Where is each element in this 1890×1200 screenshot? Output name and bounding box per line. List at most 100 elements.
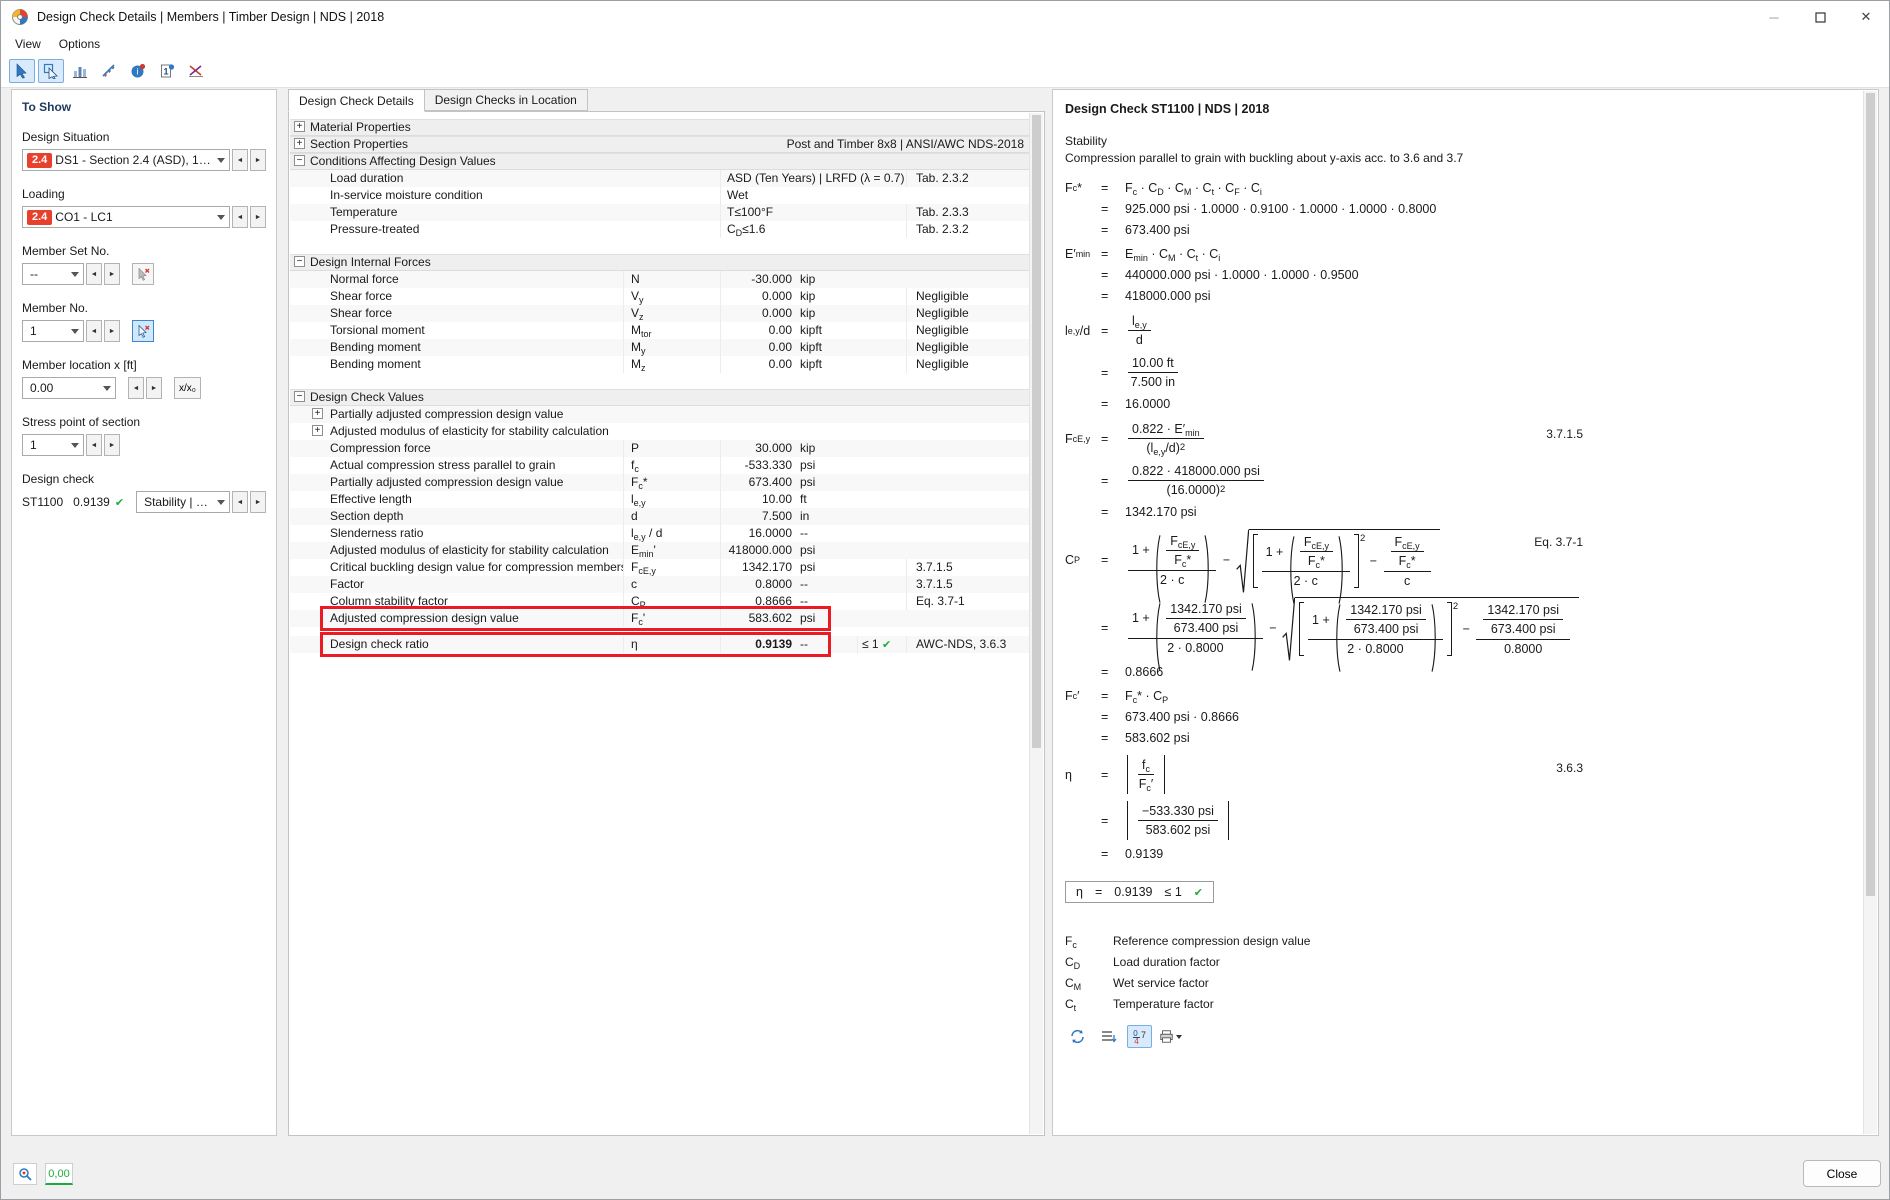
member-location-next-button[interactable]: ►: [146, 377, 162, 399]
row-label: Partially adjusted compression design va…: [330, 475, 563, 489]
minimize-button[interactable]: ─: [1751, 1, 1797, 33]
expand-toggle-icon[interactable]: −: [294, 256, 305, 267]
detail-list-icon[interactable]: [1096, 1025, 1121, 1048]
table-row: Partially adjusted compression design va…: [290, 474, 1030, 491]
design-check-next-button[interactable]: ►: [250, 491, 266, 513]
table-row: Factorc0.8000--3.7.1.5: [290, 576, 1030, 593]
scrollbar-thumb[interactable]: [1032, 115, 1041, 748]
row-value: 7.500: [720, 508, 795, 525]
formula-content: Design Check ST1100 | NDS | 2018 Stabili…: [1065, 98, 1547, 1048]
result-diagram-icon[interactable]: [67, 59, 93, 83]
print-options-chevron[interactable]: [1176, 1035, 1182, 1039]
expand-toggle-icon[interactable]: −: [294, 391, 305, 402]
symbol-legend: FcReference compression design valueCDLo…: [1065, 934, 1547, 1011]
expand-toggle-icon[interactable]: +: [294, 138, 305, 149]
menu-options[interactable]: Options: [51, 35, 108, 53]
table-gap: [290, 627, 1030, 636]
formula-line: FcE,y=0.822 · E′min(le,y/d)2: [1065, 421, 1547, 456]
row-reference: 3.7.1.5: [906, 576, 1030, 593]
member-set-select-pointer-icon[interactable]: [132, 263, 154, 285]
loading-next-button[interactable]: ►: [250, 206, 266, 228]
member-location-combo[interactable]: 0.00: [22, 377, 116, 399]
design-situation-combo[interactable]: 2.4 DS1 - Section 2.4 (ASD), 1. to 7.: [22, 149, 230, 171]
member-no-prev-button[interactable]: ◄: [86, 320, 102, 342]
row-label: Adjusted modulus of elasticity for stabi…: [330, 424, 609, 438]
tab-design-check-details[interactable]: Design Check Details: [288, 89, 425, 112]
row-label: Bending moment: [330, 340, 421, 354]
design-situation-prev-button[interactable]: ◄: [232, 149, 248, 171]
scrollbar-thumb[interactable]: [1866, 93, 1875, 896]
info-badge-icon[interactable]: i: [125, 59, 151, 83]
design-check-combo[interactable]: Stability | Compre...: [136, 491, 230, 513]
row-symbol: le,y: [623, 491, 720, 508]
row-value: -533.330: [720, 457, 795, 474]
print-icon[interactable]: [1158, 1025, 1183, 1048]
formula-block: Fc*=Fc · CD · CM · Ct · CF · Ci=925.000 …: [1065, 181, 1547, 237]
number-format-icon[interactable]: 047: [1127, 1025, 1152, 1048]
loading-prev-button[interactable]: ◄: [232, 206, 248, 228]
row-unit: in: [795, 508, 857, 525]
table-row: Torsional momentMtor0.00kipftNegligible: [290, 322, 1030, 339]
member-location-prev-button[interactable]: ◄: [128, 377, 144, 399]
stress-point-next-button[interactable]: ►: [104, 434, 120, 456]
close-button[interactable]: Close: [1803, 1160, 1881, 1187]
code-reference: 3.7.1.5: [1546, 427, 1583, 441]
member-no-combo[interactable]: 1: [22, 320, 84, 342]
formula-category: Stability: [1065, 134, 1547, 148]
loading-combo[interactable]: 2.4 CO1 - LC1: [22, 206, 230, 228]
row-unit: --: [795, 525, 857, 542]
row-value: CD≤1.6: [720, 221, 906, 238]
member-set-combo[interactable]: --: [22, 263, 84, 285]
row-unit: kipft: [795, 339, 857, 356]
numbered-note-icon[interactable]: 1: [154, 59, 180, 83]
check-passed-icon: ✔: [1194, 886, 1203, 899]
find-icon[interactable]: [13, 1163, 37, 1185]
clipping-tool-icon[interactable]: [183, 59, 209, 83]
expand-toggle-icon[interactable]: −: [294, 155, 305, 166]
table-row: In-service moisture conditionWet: [290, 187, 1030, 204]
table-row: Column stability factorCP0.8666--Eq. 3.7…: [290, 593, 1030, 610]
table-row: Pressure-treatedCD≤1.6Tab. 2.3.2: [290, 221, 1030, 238]
details-scrollbar[interactable]: [1029, 113, 1043, 1134]
expand-toggle-icon[interactable]: +: [312, 425, 323, 436]
main-toolbar: i 1: [1, 54, 1889, 88]
details-tabs: Design Check Details Design Checks in Lo…: [288, 89, 587, 112]
tab-design-checks-in-location[interactable]: Design Checks in Location: [424, 89, 588, 111]
row-reference: Negligible: [906, 356, 1030, 373]
maximize-button[interactable]: [1797, 1, 1843, 33]
legend-symbol: Ct: [1065, 997, 1113, 1011]
row-symbol: le,y / d: [623, 525, 720, 542]
decimal-places-indicator[interactable]: 0,00: [45, 1163, 73, 1185]
design-check-table: +Material Properties+Section PropertiesP…: [290, 113, 1030, 1134]
formula-scrollbar[interactable]: [1863, 91, 1877, 1134]
refresh-icon[interactable]: [1065, 1025, 1090, 1048]
close-window-button[interactable]: ✕: [1843, 1, 1889, 33]
row-symbol: N: [623, 271, 720, 288]
measure-icon[interactable]: [96, 59, 122, 83]
formula-line: =1342.170 psi: [1065, 505, 1547, 519]
expand-toggle-icon[interactable]: +: [294, 121, 305, 132]
member-set-next-button[interactable]: ►: [104, 263, 120, 285]
table-row: Design check ratioη0.9139--≤ 1 ✔AWC-NDS,…: [290, 636, 1030, 653]
select-location-icon[interactable]: [38, 59, 64, 83]
menu-view[interactable]: View: [7, 35, 49, 53]
member-no-next-button[interactable]: ►: [104, 320, 120, 342]
design-situation-next-button[interactable]: ►: [250, 149, 266, 171]
formula-line: =583.602 psi: [1065, 731, 1547, 745]
member-no-select-pointer-icon[interactable]: [132, 320, 154, 342]
formula-line: =673.400 psi · 0.8666: [1065, 710, 1547, 724]
chevron-down-icon: [217, 500, 225, 505]
section-row: +Material Properties: [290, 119, 1030, 136]
legend-symbol: Fc: [1065, 934, 1113, 948]
select-result-icon[interactable]: [9, 59, 35, 83]
member-set-prev-button[interactable]: ◄: [86, 263, 102, 285]
relative-location-toggle-button[interactable]: x/x₀: [174, 377, 201, 399]
design-ratio-result-box: η = 0.9139 ≤ 1 ✔: [1065, 881, 1214, 903]
row-value: 0.8000: [720, 576, 795, 593]
stress-point-prev-button[interactable]: ◄: [86, 434, 102, 456]
row-unit: psi: [795, 610, 857, 627]
formula-line: =0.822 · 418000.000 psi(16.0000)2: [1065, 463, 1547, 498]
expand-toggle-icon[interactable]: +: [312, 408, 323, 419]
stress-point-combo[interactable]: 1: [22, 434, 84, 456]
design-check-prev-button[interactable]: ◄: [232, 491, 248, 513]
